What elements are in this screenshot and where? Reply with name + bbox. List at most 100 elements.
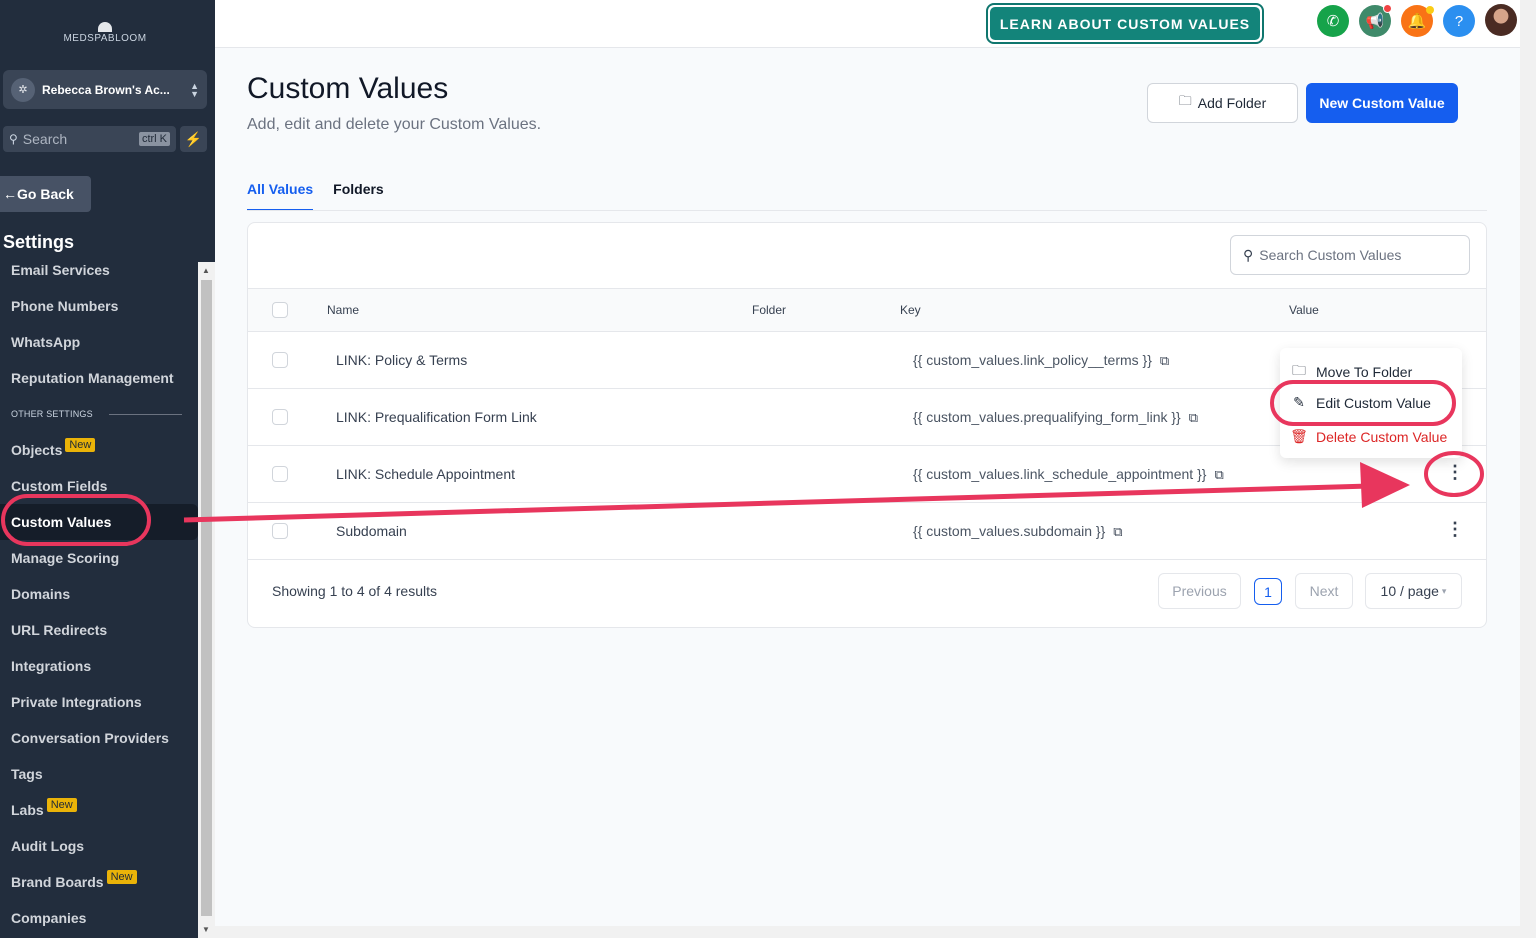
phone-icon[interactable]: ✆ bbox=[1317, 5, 1349, 37]
chevron-down-icon: ▾ bbox=[1441, 585, 1447, 596]
megaphone-icon[interactable]: 📢 bbox=[1359, 4, 1392, 37]
results-summary: Showing 1 to 4 of 4 results bbox=[272, 583, 437, 599]
sidebar-search-placeholder: Search bbox=[22, 131, 68, 147]
notification-dot bbox=[1383, 4, 1392, 13]
sidebar-item-objects[interactable]: Objects New bbox=[0, 432, 198, 468]
row-name: Subdomain bbox=[336, 523, 407, 539]
scroll-up-icon[interactable]: ▲ bbox=[202, 266, 210, 275]
table-header: Name Folder Key Value bbox=[248, 288, 1486, 332]
sidebar-item-private-integrations[interactable]: Private Integrations bbox=[0, 684, 198, 720]
edit-custom-value-option[interactable]: ✎ Edit Custom Value bbox=[1290, 394, 1431, 411]
search-shortcut: ctrl K bbox=[138, 132, 170, 146]
sidebar-item-reputation-management[interactable]: Reputation Management bbox=[0, 360, 198, 396]
search-icon: ⚲ bbox=[9, 132, 18, 146]
sidebar-item-conversation-providers[interactable]: Conversation Providers bbox=[0, 720, 198, 756]
previous-page-button[interactable]: Previous bbox=[1158, 573, 1241, 609]
column-value[interactable]: Value bbox=[1289, 303, 1319, 317]
account-name: Rebecca Brown's Ac... bbox=[42, 82, 170, 97]
new-badge: New bbox=[46, 798, 77, 812]
sidebar-item-url-redirects[interactable]: URL Redirects bbox=[0, 612, 198, 648]
account-icon: ✲ bbox=[11, 77, 35, 102]
sidebar-item-custom-fields[interactable]: Custom Fields bbox=[0, 468, 198, 504]
notification-dot bbox=[1426, 6, 1434, 14]
row-checkbox[interactable] bbox=[272, 352, 288, 368]
tabs: All Values Folders bbox=[247, 176, 404, 211]
trash-icon: 🗑 bbox=[1290, 428, 1308, 444]
new-custom-value-button[interactable]: New Custom Value bbox=[1306, 83, 1458, 123]
scrollbar-thumb[interactable] bbox=[201, 280, 212, 916]
table-row: Subdomain {{ custom_values.subdomain }} ⧉… bbox=[248, 503, 1486, 560]
sidebar-item-brand-boards[interactable]: Brand Boards New bbox=[0, 864, 198, 900]
sidebar: MEDSPABLOOM ✲ Rebecca Brown's Ac... ▲ ▼ ⚲… bbox=[0, 0, 215, 938]
folder-plus-icon: 🗀 bbox=[1178, 93, 1192, 108]
quick-action-bolt-icon[interactable]: ⚡ bbox=[180, 126, 207, 152]
learn-about-custom-values-button[interactable]: LEARN ABOUT CUSTOM VALUES bbox=[986, 3, 1264, 44]
column-name[interactable]: Name bbox=[327, 303, 359, 317]
row-key: {{ custom_values.link_schedule_appointme… bbox=[913, 466, 1224, 482]
row-checkbox[interactable] bbox=[272, 409, 288, 425]
column-folder[interactable]: Folder bbox=[752, 303, 786, 317]
new-badge: New bbox=[106, 870, 137, 884]
arrow-left-icon: ← bbox=[3, 186, 17, 202]
row-actions-menu-icon[interactable]: ⋮ bbox=[1446, 519, 1464, 540]
logo-flower-icon bbox=[98, 22, 112, 32]
row-key: {{ custom_values.link_policy__terms }} ⧉ bbox=[913, 352, 1170, 368]
row-name: LINK: Policy & Terms bbox=[336, 352, 468, 368]
folder-plus-icon: 🗀 bbox=[1292, 362, 1306, 378]
copy-icon[interactable]: ⧉ bbox=[1113, 524, 1122, 539]
row-checkbox[interactable] bbox=[272, 523, 288, 539]
select-all-checkbox[interactable] bbox=[272, 302, 288, 318]
other-settings-divider: OTHER SETTINGS bbox=[0, 396, 198, 432]
copy-icon[interactable]: ⧉ bbox=[1214, 467, 1223, 482]
page-size-select[interactable]: 10 / page ▾ bbox=[1365, 573, 1462, 609]
tabs-divider bbox=[247, 210, 1487, 211]
row-checkbox[interactable] bbox=[272, 466, 288, 482]
horizontal-scrollbar[interactable] bbox=[215, 926, 1520, 938]
sidebar-scrollbar[interactable]: ▲ ▼ bbox=[198, 262, 215, 938]
move-to-folder-option[interactable]: 🗀 Move To Folder bbox=[1290, 360, 1412, 384]
tab-folders[interactable]: Folders bbox=[333, 176, 384, 211]
chevron-updown-icon: ▲ ▼ bbox=[190, 80, 199, 99]
sidebar-search[interactable]: ⚲ Search ctrl K bbox=[3, 126, 176, 152]
row-key: {{ custom_values.subdomain }} ⧉ bbox=[913, 523, 1123, 539]
sidebar-item-audit-logs[interactable]: Audit Logs bbox=[0, 828, 198, 864]
brand-logo[interactable]: MEDSPABLOOM bbox=[60, 22, 150, 44]
sidebar-item-phone-numbers[interactable]: Phone Numbers bbox=[0, 288, 198, 324]
sidebar-item-email-services[interactable]: Email Services bbox=[0, 252, 198, 288]
settings-nav: Email Services Phone Numbers WhatsApp Re… bbox=[0, 252, 198, 936]
row-actions-menu-icon[interactable]: ⋮ bbox=[1446, 462, 1464, 483]
sidebar-item-custom-values[interactable]: Custom Values bbox=[0, 504, 198, 540]
sidebar-item-companies[interactable]: Companies bbox=[0, 900, 198, 936]
topbar: LEARN ABOUT CUSTOM VALUES ✆ 📢 🔔 ? bbox=[215, 0, 1520, 48]
new-badge: New bbox=[65, 438, 96, 452]
page-subtitle: Add, edit and delete your Custom Values. bbox=[247, 116, 542, 133]
sidebar-item-domains[interactable]: Domains bbox=[0, 576, 198, 612]
pencil-icon: ✎ bbox=[1293, 394, 1305, 410]
add-folder-button[interactable]: 🗀 Add Folder bbox=[1147, 83, 1298, 123]
row-name: LINK: Schedule Appointment bbox=[336, 466, 516, 482]
tab-all-values[interactable]: All Values bbox=[247, 176, 314, 211]
sidebar-item-whatsapp[interactable]: WhatsApp bbox=[0, 324, 198, 360]
account-switcher[interactable]: ✲ Rebecca Brown's Ac... ▲ ▼ bbox=[3, 70, 207, 109]
avatar[interactable] bbox=[1485, 4, 1517, 36]
sidebar-item-tags[interactable]: Tags bbox=[0, 756, 198, 792]
page-1-button[interactable]: 1 bbox=[1254, 578, 1282, 605]
help-icon[interactable]: ? bbox=[1443, 5, 1475, 37]
page-title: Custom Values bbox=[247, 72, 449, 105]
sidebar-item-integrations[interactable]: Integrations bbox=[0, 648, 198, 684]
copy-icon[interactable]: ⧉ bbox=[1189, 410, 1198, 425]
sidebar-item-manage-scoring[interactable]: Manage Scoring bbox=[0, 540, 198, 576]
bell-icon[interactable]: 🔔 bbox=[1401, 5, 1434, 37]
search-icon: ⚲ bbox=[1243, 246, 1254, 263]
next-page-button[interactable]: Next bbox=[1295, 573, 1353, 609]
page-scrollbar[interactable] bbox=[1520, 0, 1536, 938]
scroll-down-icon[interactable]: ▼ bbox=[202, 925, 210, 934]
row-key: {{ custom_values.prequalifying_form_link… bbox=[913, 409, 1199, 425]
copy-icon[interactable]: ⧉ bbox=[1160, 353, 1169, 368]
column-key[interactable]: Key bbox=[900, 303, 921, 317]
sidebar-item-labs[interactable]: Labs New bbox=[0, 792, 198, 828]
settings-title: Settings bbox=[3, 232, 75, 252]
search-custom-values-input[interactable]: ⚲ Search Custom Values bbox=[1230, 235, 1470, 275]
go-back-button[interactable]: ← Go Back bbox=[0, 176, 91, 212]
delete-custom-value-option[interactable]: 🗑 Delete Custom Value bbox=[1290, 428, 1447, 445]
